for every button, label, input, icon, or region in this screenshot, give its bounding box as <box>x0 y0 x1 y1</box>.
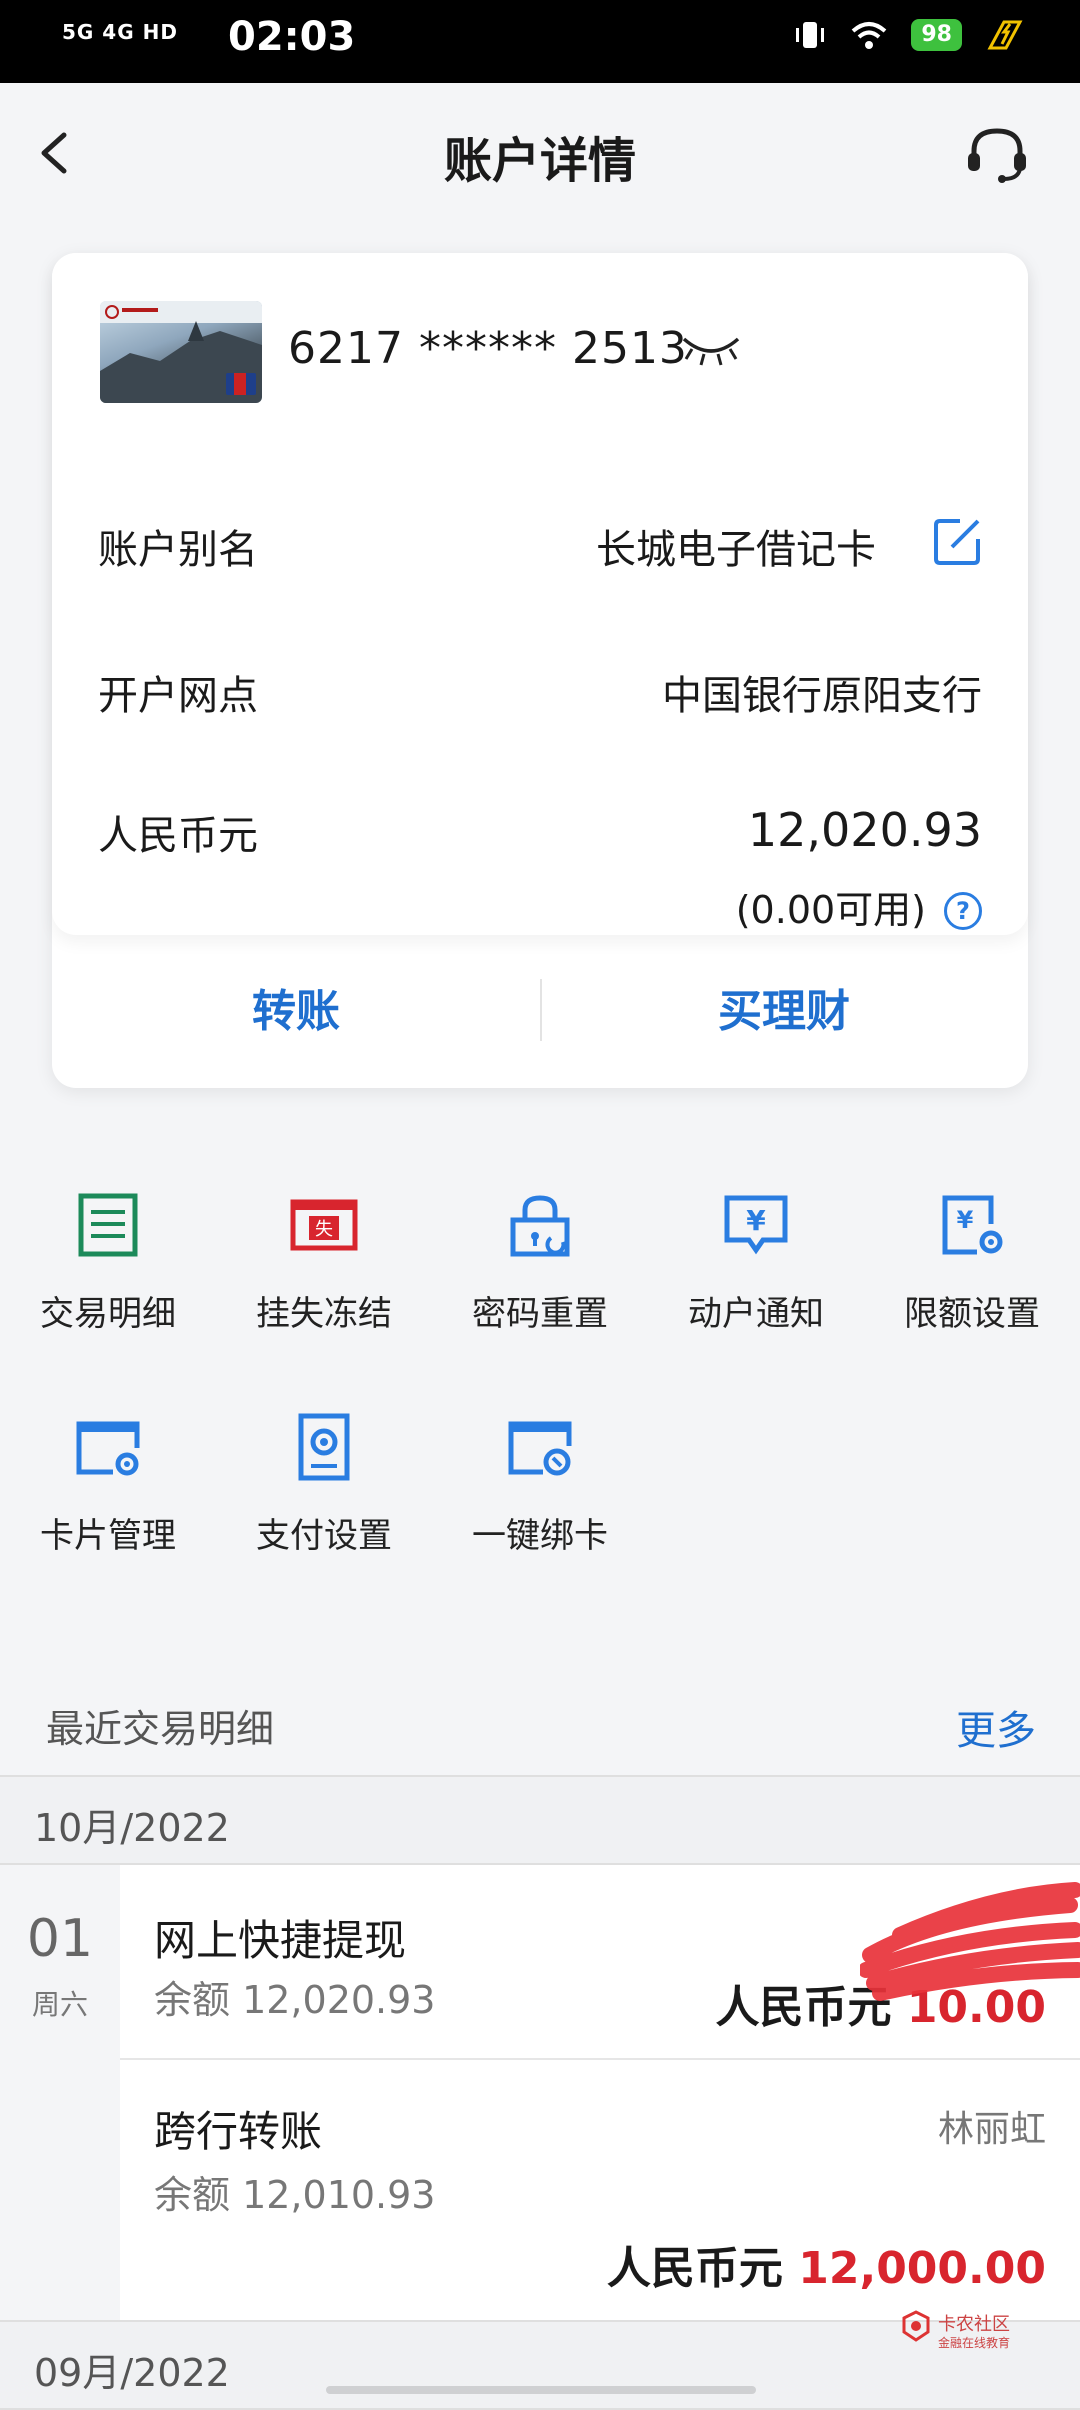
home-indicator[interactable] <box>326 2386 756 2394</box>
card-number: 6217 ****** 2513 <box>288 323 688 374</box>
vibrate-icon <box>796 22 825 48</box>
limit-settings-icon: ¥ <box>942 1195 1003 1255</box>
lock-reset-icon <box>510 1195 570 1257</box>
service-card-management[interactable]: 卡片管理 <box>0 1412 216 1557</box>
hide-eye-icon[interactable] <box>678 329 744 369</box>
account-actions: 转账 买理财 <box>52 935 1028 1088</box>
list-icon <box>78 1193 138 1257</box>
transaction-balance: 余额 12,010.93 <box>154 2173 436 2217</box>
status-bar: 5G 4G HD 02:03 98 <box>0 0 1080 83</box>
transaction-name: 跨行转账 <box>154 2107 323 2156</box>
amount-currency: 人民币元 <box>606 2243 783 2294</box>
alias-label: 账户别名 <box>98 527 258 573</box>
transaction-amount: 人民币元 12,000.00 <box>607 2232 1046 2296</box>
transfer-button[interactable]: 转账 <box>52 935 540 1088</box>
available-balance: (0.00可用)? <box>736 879 982 934</box>
day-number: 01 <box>26 1909 94 1969</box>
network-indicator: 5G 4G HD <box>62 20 178 44</box>
page-title: 账户详情 <box>443 133 636 189</box>
lost-card-icon: 失 <box>290 1199 358 1251</box>
help-icon[interactable]: ? <box>944 892 982 930</box>
service-limit-settings[interactable]: ¥ 限额设置 <box>864 1190 1080 1335</box>
recent-transactions-header: 最近交易明细 更多 <box>0 1690 1080 1776</box>
yuan-glyph: ¥ <box>957 1206 974 1234</box>
service-label: 动户通知 <box>688 1294 824 1334</box>
yuan-message-icon: ¥ <box>724 1195 788 1255</box>
service-label: 支付设置 <box>256 1516 392 1556</box>
community-watermark: 卡农社区 金融在线教育 <box>900 2310 1050 2360</box>
alias-value: 长城电子借记卡 <box>596 527 876 573</box>
more-link[interactable]: 更多 <box>956 1698 1036 1756</box>
branch-value: 中国银行原阳支行 <box>662 673 982 719</box>
weekday: 周六 <box>31 1988 88 2021</box>
service-label: 一键绑卡 <box>472 1516 608 1556</box>
recent-title: 最近交易明细 <box>46 1707 275 1751</box>
service-transaction-details[interactable]: 交易明细 <box>0 1190 216 1335</box>
service-report-loss[interactable]: 失 挂失冻结 <box>216 1190 432 1335</box>
service-label: 交易明细 <box>40 1294 176 1334</box>
service-label: 限额设置 <box>904 1294 1040 1334</box>
transaction-row[interactable]: 跨行转账 林丽虹 余额 12,010.93 人民币元 12,000.00 <box>120 2060 1080 2320</box>
service-label: 挂失冻结 <box>256 1294 392 1334</box>
clock: 02:03 <box>228 14 356 60</box>
edit-alias-icon[interactable] <box>930 513 986 569</box>
watermark-title: 卡农社区 <box>938 2314 1010 2335</box>
service-label: 密码重置 <box>472 1294 608 1334</box>
watermark-subtitle: 金融在线教育 <box>938 2336 1011 2350</box>
yuan-glyph: ¥ <box>746 1204 766 1237</box>
month-label: 09月/2022 <box>34 2351 230 2395</box>
amount-value: 12,000.00 <box>798 2243 1046 2294</box>
buy-finance-button[interactable]: 买理财 <box>540 935 1028 1088</box>
account-card: 6217 ****** 2513 账户别名 长城电子借记卡 开户网点 中国银行原… <box>52 253 1028 1088</box>
bank-card-thumbnail <box>100 301 262 403</box>
available-text: (0.00可用) <box>735 888 926 932</box>
service-bind-card[interactable]: 一键绑卡 <box>432 1412 648 1557</box>
month-label: 10月/2022 <box>34 1806 230 1850</box>
account-info-panel: 6217 ****** 2513 账户别名 长城电子借记卡 开户网点 中国银行原… <box>52 253 1028 935</box>
transaction-balance: 余额 12,020.93 <box>154 1978 436 2022</box>
month-header: 10月/2022 <box>0 1775 1080 1865</box>
balance-row: 人民币元 12,020.93 (0.00可用)? <box>98 803 982 933</box>
charging-icon <box>987 20 1023 50</box>
customer-service-icon[interactable] <box>962 119 1032 189</box>
service-activity-notice[interactable]: ¥ 动户通知 <box>648 1190 864 1335</box>
transaction-name: 网上快捷提现 <box>154 1916 407 1965</box>
wifi-icon <box>852 22 887 49</box>
payment-settings-icon <box>298 1413 350 1481</box>
transaction-counterparty: 林丽虹 <box>937 2109 1046 2150</box>
service-label: 卡片管理 <box>40 1516 176 1556</box>
service-payment-settings[interactable]: 支付设置 <box>216 1412 432 1557</box>
redaction-scribble <box>860 1882 1080 2001</box>
watermark-logo-icon <box>902 2310 930 2342</box>
branch-label: 开户网点 <box>98 673 258 719</box>
lost-glyph: 失 <box>315 1219 333 1240</box>
battery-level: 98 <box>911 19 962 51</box>
service-password-reset[interactable]: 密码重置 <box>432 1190 648 1335</box>
card-settings-icon <box>76 1421 140 1476</box>
day-column: 01 周六 <box>0 1865 120 2320</box>
balance-amount: 12,020.93 <box>747 803 982 857</box>
app-header: 账户详情 <box>0 83 1080 223</box>
status-icons: 98 <box>793 18 1024 52</box>
currency-label: 人民币元 <box>98 813 258 859</box>
great-wall-card-art <box>100 301 262 403</box>
bind-card-icon <box>508 1421 572 1476</box>
